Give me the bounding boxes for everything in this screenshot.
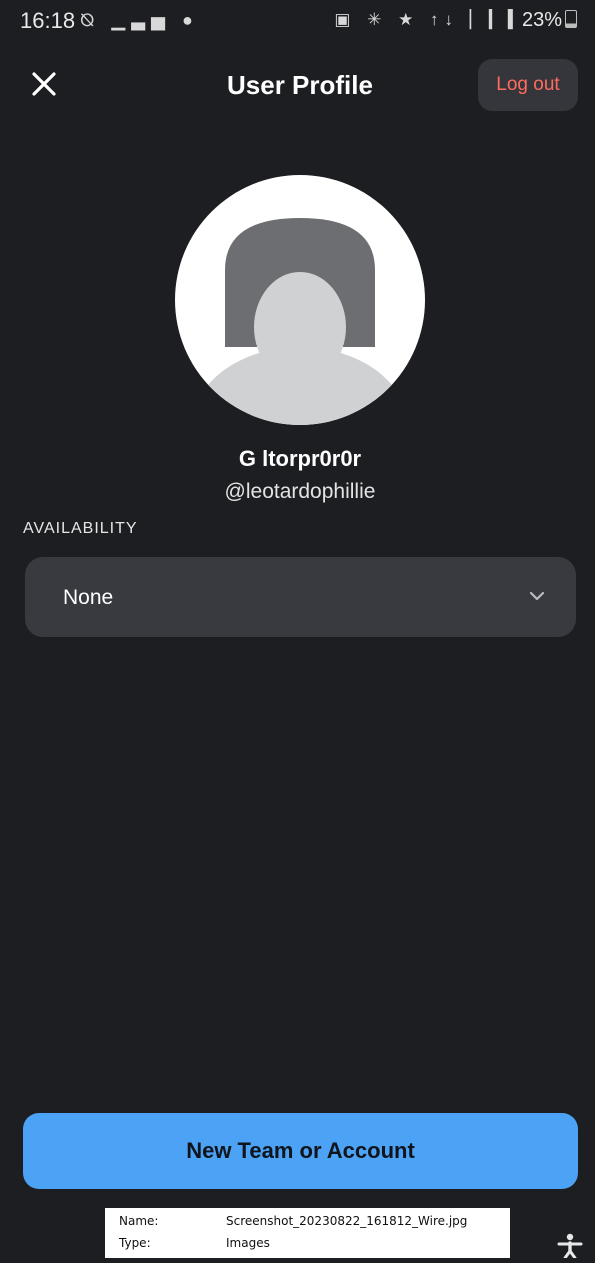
file-name-row: Name: Screenshot_20230822_161812_Wire.jpg <box>119 1212 467 1230</box>
file-name-label: Name: <box>119 1214 159 1228</box>
battery-indicator: 23% <box>522 9 577 32</box>
page-title: User Profile <box>227 70 373 100</box>
battery-percent: 23% <box>521 9 562 31</box>
accessibility-button[interactable] <box>556 1232 584 1260</box>
file-type-row: Type: Images <box>119 1234 270 1252</box>
status-time: 16:18 <box>20 8 76 33</box>
close-button[interactable] <box>26 66 62 102</box>
user-handle: @leotardophillie <box>224 480 376 503</box>
default-avatar-icon <box>192 218 408 425</box>
battery-icon <box>565 10 577 28</box>
logout-button[interactable]: Log out <box>478 59 578 111</box>
file-type-label: Type: <box>119 1236 151 1250</box>
file-name-value: Screenshot_20230822_161812_Wire.jpg <box>226 1214 468 1228</box>
file-type-value: Images <box>226 1236 270 1250</box>
status-system-icons: ▣ ✳ ★ ↑↓ ▏▎▍ <box>334 10 527 29</box>
availability-select[interactable]: None <box>25 557 576 637</box>
status-notification-icons: ⦰ ▁▃▅ ● <box>80 10 199 30</box>
new-team-or-account-button[interactable]: New Team or Account <box>23 1113 578 1189</box>
availability-section-label: AVAILABILITY <box>23 520 138 537</box>
user-display-name: G ltorpr0r0r <box>238 446 362 471</box>
close-icon <box>32 72 56 96</box>
avatar[interactable] <box>175 175 425 425</box>
accessibility-icon <box>557 1233 583 1260</box>
status-bar: 16:18 ⦰ ▁▃▅ ● ▣ ✳ ★ ↑↓ ▏▎▍ 23% <box>0 0 595 44</box>
file-info-tooltip: Name: Screenshot_20230822_161812_Wire.jpg… <box>105 1208 510 1258</box>
availability-selected-value: None <box>63 586 114 609</box>
chevron-down-icon <box>529 591 545 601</box>
